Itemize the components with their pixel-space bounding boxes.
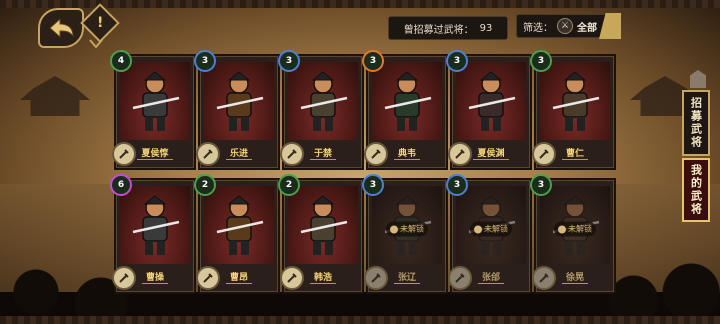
- sword-filter-icon: ⚔: [557, 18, 573, 34]
- recruit-count-value: 93: [479, 22, 493, 34]
- weapon-type-icon: [364, 142, 388, 166]
- filter-value: 全部: [577, 22, 597, 34]
- lock-icon: [558, 225, 566, 234]
- general-portrait: [120, 62, 190, 140]
- star-rank-badge: 4: [110, 50, 132, 72]
- recruit-count-panel: 曾招募过武将： 93: [388, 16, 508, 40]
- general-card[interactable]: 2 韩浩: [278, 174, 364, 294]
- general-portrait: [456, 62, 526, 140]
- general-name: 张辽: [393, 270, 420, 284]
- locked-label: 未解锁: [470, 221, 512, 237]
- tab-my-generals[interactable]: 我的武将: [682, 158, 710, 222]
- general-name: 曹操: [141, 270, 168, 284]
- general-name: 徐晃: [561, 270, 588, 284]
- weapon-type-icon: [364, 266, 388, 290]
- general-name: 韩浩: [309, 270, 336, 284]
- star-rank-badge: 3: [530, 50, 552, 72]
- exclamation-icon: !: [96, 14, 104, 31]
- lock-icon: [474, 225, 482, 234]
- general-portrait: [288, 186, 358, 264]
- bottom-border: [0, 316, 720, 324]
- weapon-type-icon: [196, 266, 220, 290]
- star-rank-badge: 3: [362, 174, 384, 196]
- general-name: 张郃: [477, 270, 504, 284]
- back-button[interactable]: [38, 8, 84, 48]
- locked-label: 未解锁: [386, 221, 428, 237]
- star-rank-badge: 3: [194, 50, 216, 72]
- weapon-type-icon: [448, 142, 472, 166]
- recruit-count-label: 曾招募过武将：: [403, 24, 474, 36]
- general-card[interactable]: 3 夏侯渊: [446, 50, 532, 170]
- general-card[interactable]: 3 曹仁: [530, 50, 616, 170]
- star-rank-badge: 2: [278, 174, 300, 196]
- warrior-figure: [132, 71, 180, 131]
- top-border: [0, 0, 720, 8]
- general-card[interactable]: 2 曹昂: [194, 174, 280, 294]
- weapon-type-icon: [280, 142, 304, 166]
- star-rank-badge: 6: [110, 174, 132, 196]
- star-rank-badge: 3: [446, 174, 468, 196]
- general-card[interactable]: 3 未解锁徐晃: [530, 174, 616, 294]
- general-card[interactable]: 3 乐进: [194, 50, 280, 170]
- general-card[interactable]: 3 于禁: [278, 50, 364, 170]
- weapon-type-icon: [448, 266, 472, 290]
- back-arrow-icon: [49, 17, 74, 39]
- warrior-figure: [384, 71, 432, 131]
- star-rank-badge: 3: [278, 50, 300, 72]
- general-card[interactable]: 3 典韦: [362, 50, 448, 170]
- general-name: 夏侯渊: [473, 146, 509, 160]
- warrior-figure: [216, 71, 264, 131]
- lock-icon: [390, 225, 398, 234]
- general-name: 典韦: [393, 146, 420, 160]
- locked-text: 未解锁: [568, 224, 592, 234]
- star-rank-badge: 2: [194, 174, 216, 196]
- filter-label: 筛选：: [523, 22, 553, 34]
- general-card[interactable]: 3 未解锁张辽: [362, 174, 448, 294]
- warrior-figure: [132, 195, 180, 255]
- star-rank-badge: 3: [530, 174, 552, 196]
- general-portrait: [204, 62, 274, 140]
- warrior-figure: [552, 71, 600, 131]
- weapon-type-icon: [112, 266, 136, 290]
- general-name: 于禁: [309, 146, 336, 160]
- filter-dropdown[interactable]: 筛选： ⚔ 全部: [516, 13, 621, 39]
- weapon-type-icon: [532, 266, 556, 290]
- tab-recruit-generals[interactable]: 招募武将: [682, 90, 710, 156]
- general-portrait: [204, 186, 274, 264]
- chevron-down-icon[interactable]: [88, 38, 104, 50]
- star-rank-badge: 3: [362, 50, 384, 72]
- warrior-figure: [300, 71, 348, 131]
- weapon-type-icon: [532, 142, 556, 166]
- locked-label: 未解锁: [554, 221, 596, 237]
- general-name: 夏侯惇: [137, 146, 173, 160]
- locked-text: 未解锁: [484, 224, 508, 234]
- general-portrait: [120, 186, 190, 264]
- general-portrait: [372, 62, 442, 140]
- general-card[interactable]: 3 未解锁张郃: [446, 174, 532, 294]
- general-name: 曹昂: [225, 270, 252, 284]
- weapon-type-icon: [196, 142, 220, 166]
- general-name: 乐进: [225, 146, 252, 160]
- general-name: 曹仁: [561, 146, 588, 160]
- warrior-figure: [300, 195, 348, 255]
- filter-expand-tab[interactable]: [599, 13, 621, 39]
- star-rank-badge: 3: [446, 50, 468, 72]
- weapon-type-icon: [112, 142, 136, 166]
- general-card[interactable]: 4 夏侯惇: [110, 50, 196, 170]
- warrior-figure: [468, 71, 516, 131]
- general-portrait: [540, 62, 610, 140]
- locked-text: 未解锁: [400, 224, 424, 234]
- general-portrait: [288, 62, 358, 140]
- general-card[interactable]: 6 曹操: [110, 174, 196, 294]
- weapon-type-icon: [280, 266, 304, 290]
- warrior-figure: [216, 195, 264, 255]
